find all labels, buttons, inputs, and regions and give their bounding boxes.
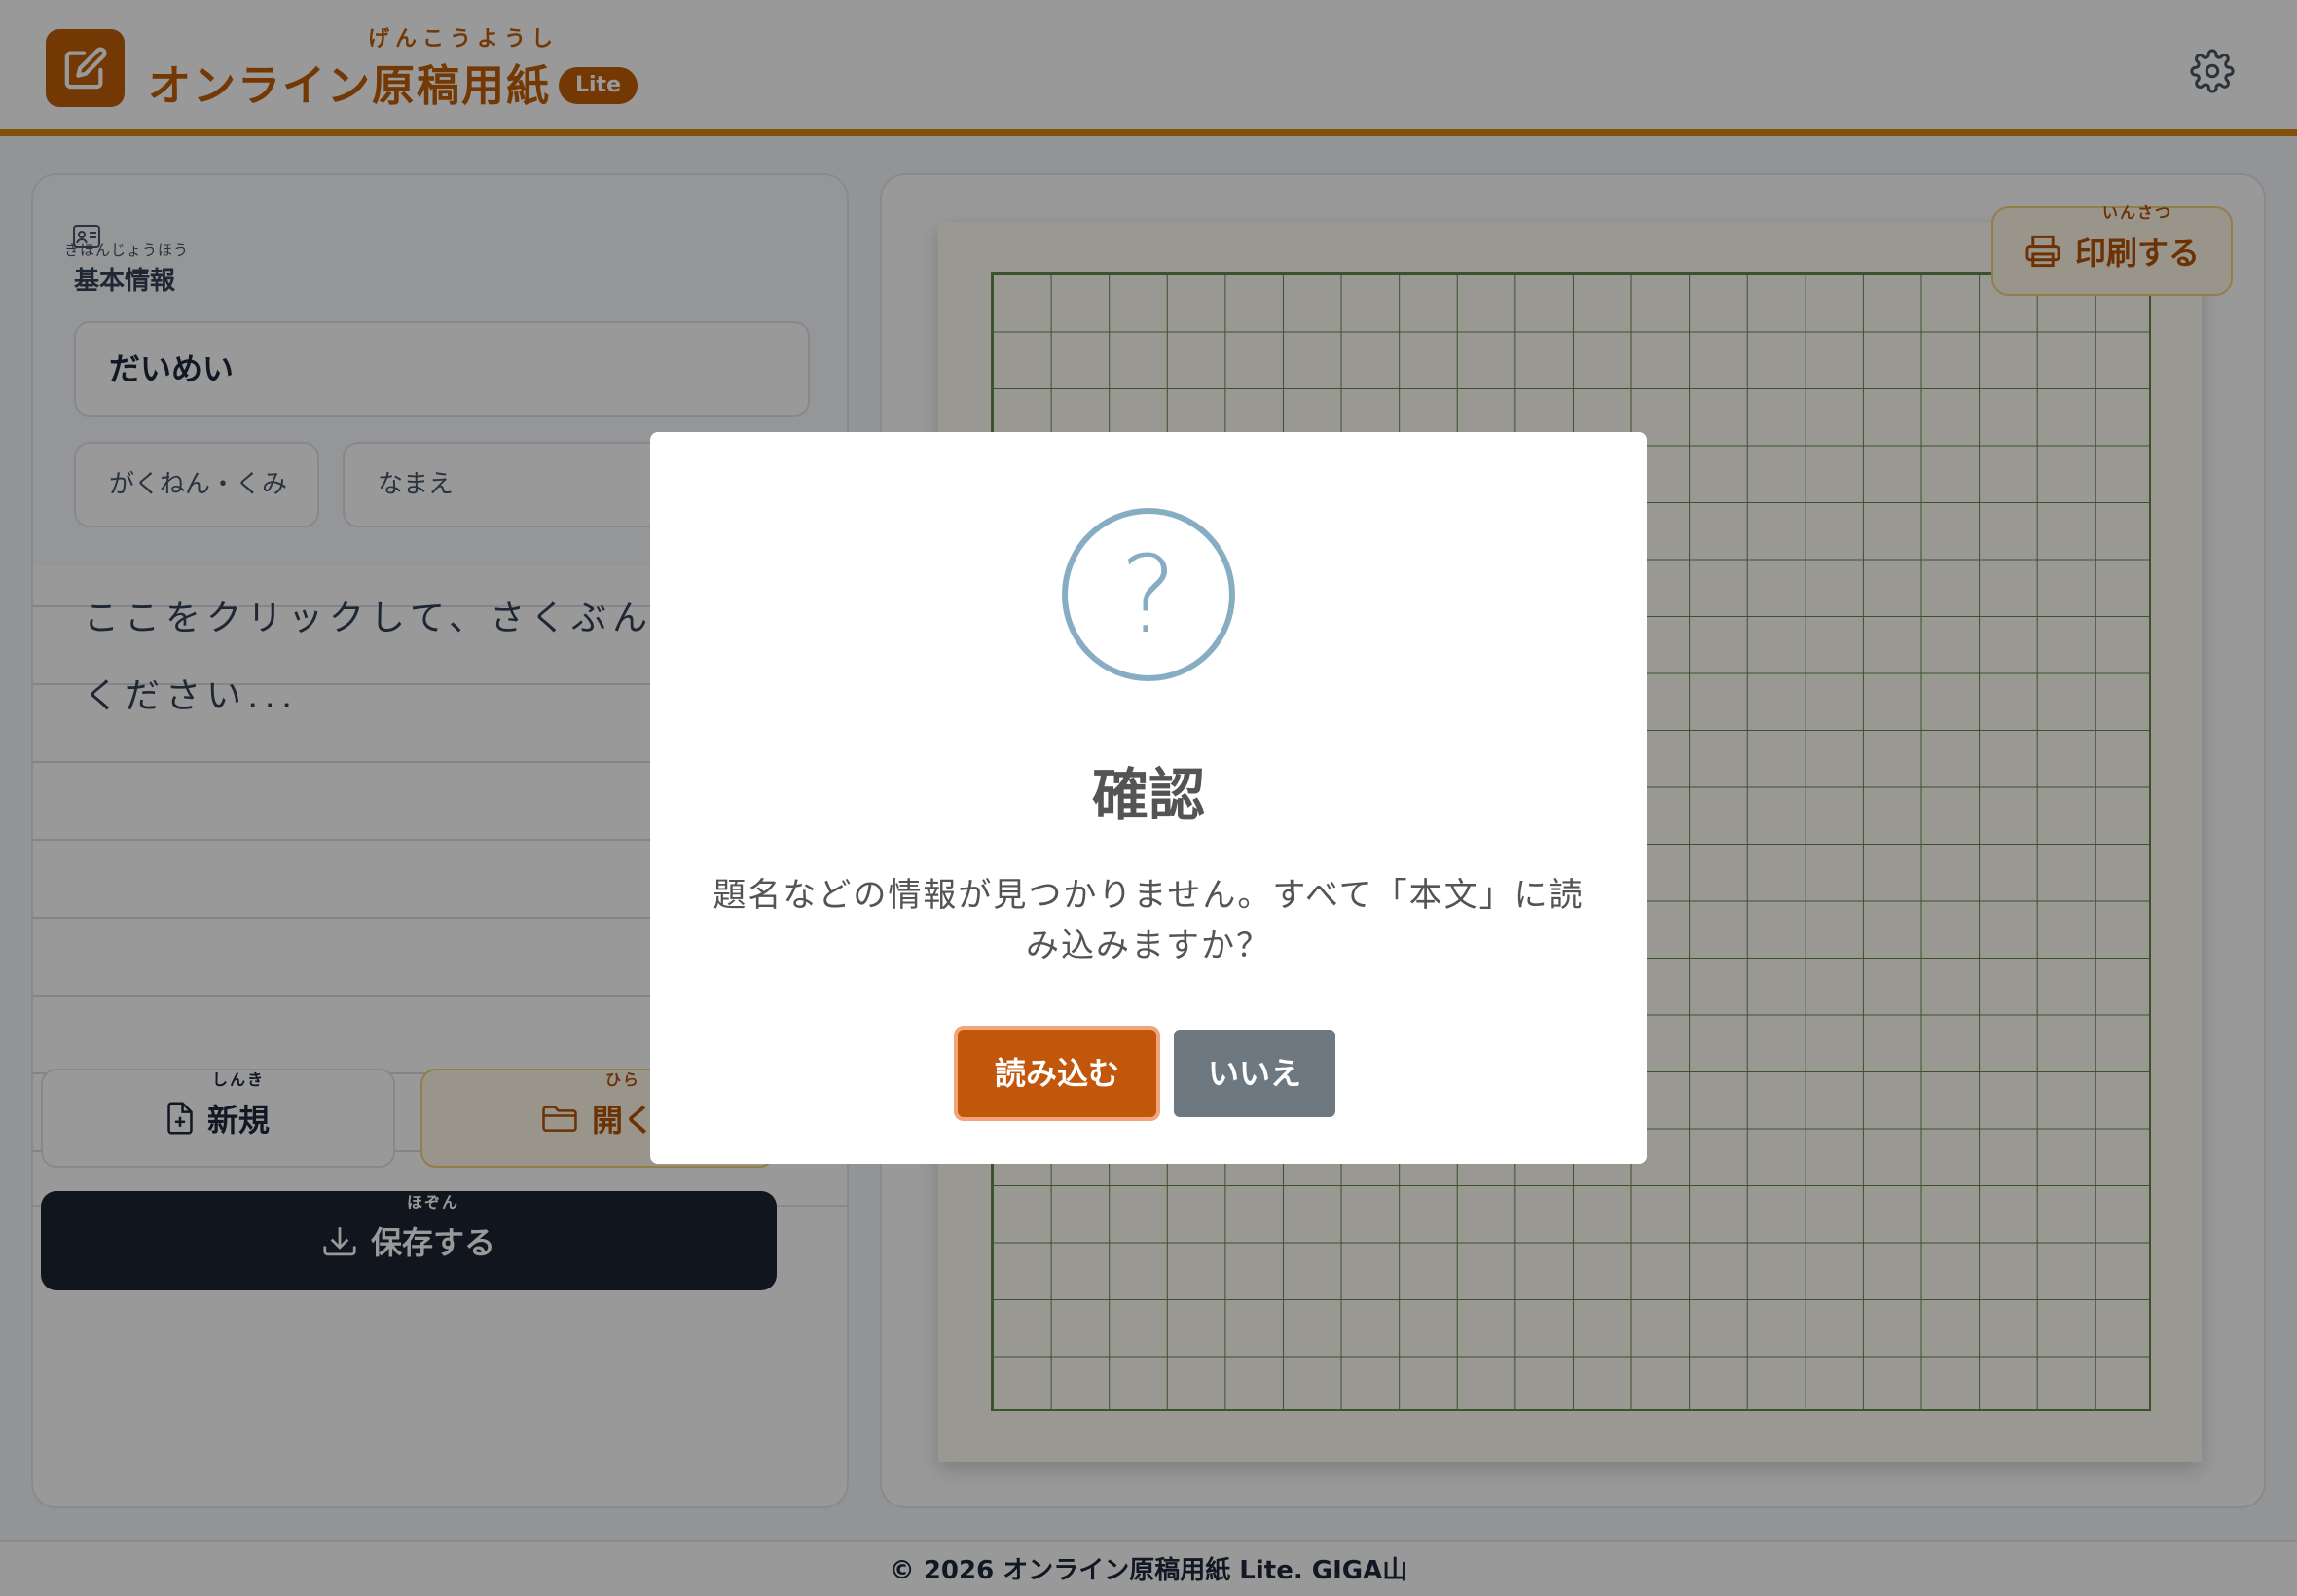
dialog-title: 確認 bbox=[1091, 762, 1205, 828]
confirm-load-button[interactable]: 読み込む bbox=[958, 1030, 1156, 1117]
question-mark-glyph: ? bbox=[1119, 532, 1178, 657]
confirm-dialog: ? 確認 題名などの情報が見つかりません。すべて「本文」に読み込みますか？ 読み… bbox=[650, 432, 1647, 1164]
cancel-button[interactable]: いいえ bbox=[1174, 1030, 1335, 1117]
question-icon: ? bbox=[1062, 508, 1235, 681]
dialog-message: 題名などの情報が見つかりません。すべて「本文」に読み込みますか？ bbox=[712, 876, 1585, 965]
